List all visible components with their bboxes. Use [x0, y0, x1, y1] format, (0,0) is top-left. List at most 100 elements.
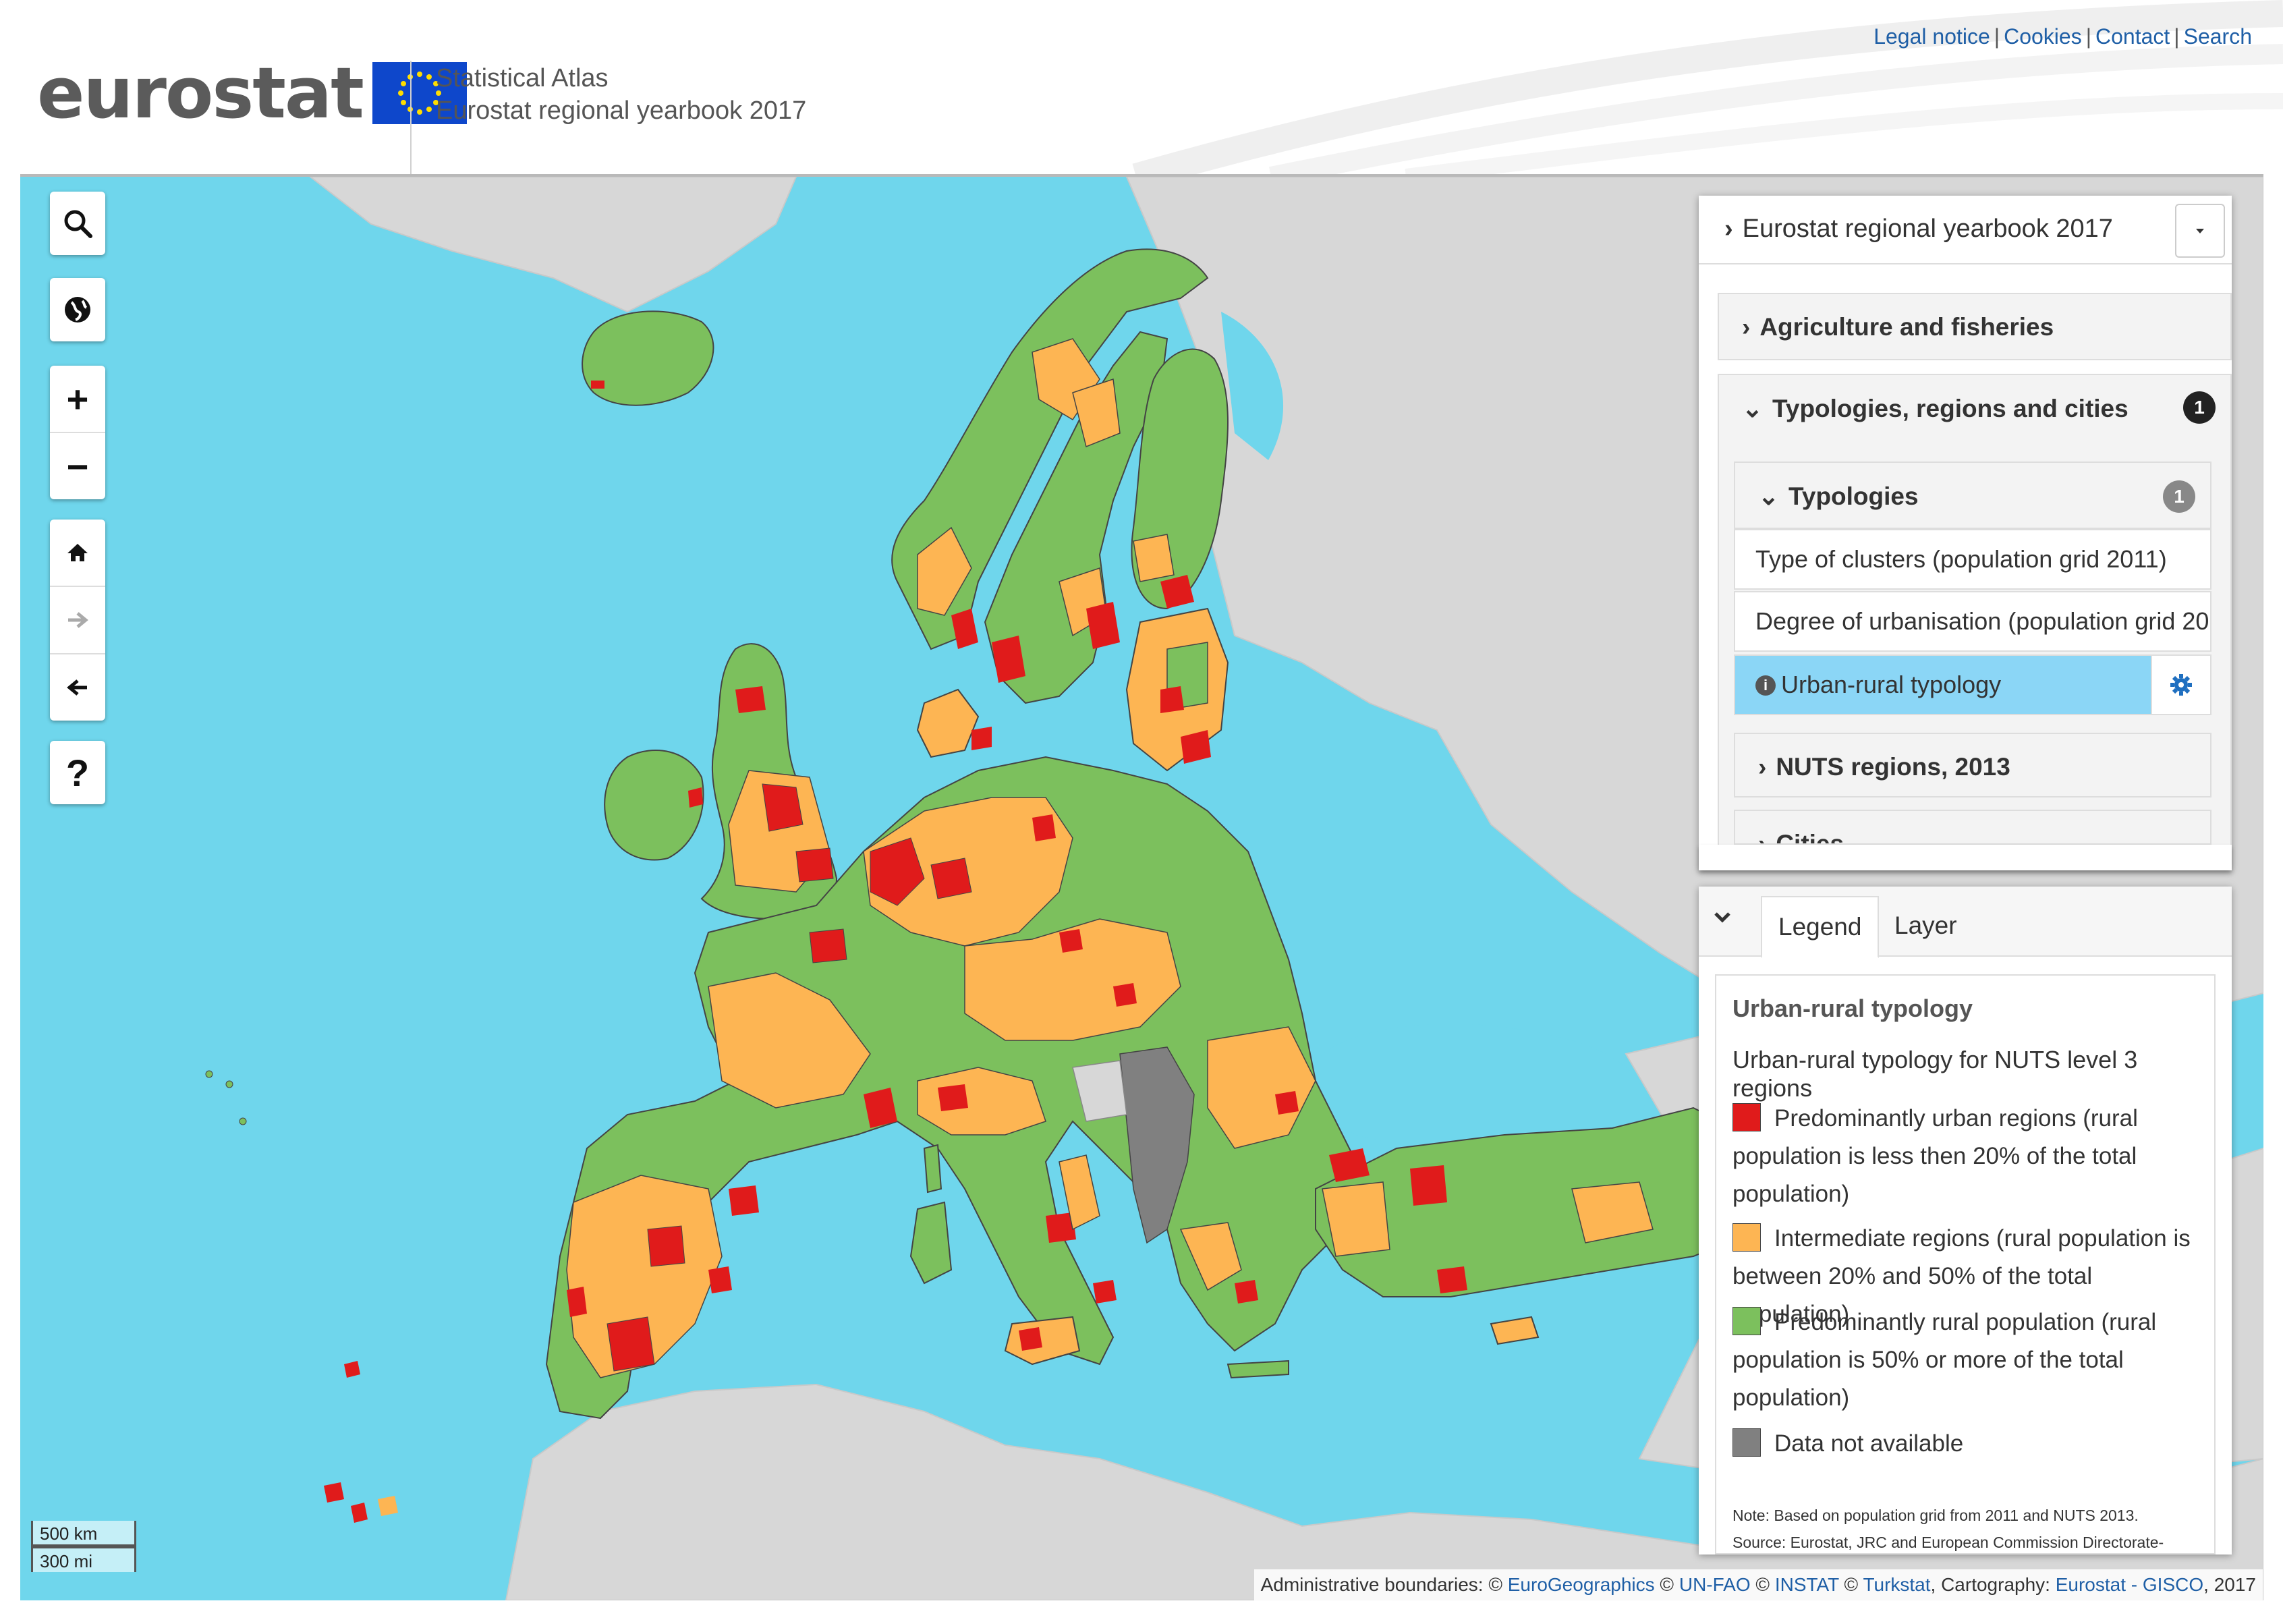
berlin-region: [1032, 814, 1056, 841]
eurostat-logo[interactable]: eurostat: [37, 52, 467, 134]
prague-region: [1059, 929, 1083, 953]
map-attribution: Administrative boundaries: © EuroGeograp…: [1253, 1569, 2263, 1600]
count-badge: 1: [2163, 480, 2195, 513]
lisbon-region: [567, 1287, 587, 1317]
greenland-land: [309, 177, 797, 313]
app-subtitle: Eurostat regional yearbook 2017: [436, 96, 807, 125]
turkey-south-urban: [1437, 1266, 1467, 1293]
section-label: Typologies, regions and cities: [1772, 395, 2129, 422]
home-button[interactable]: [50, 520, 105, 587]
vienna-region: [1113, 983, 1137, 1007]
contact-link[interactable]: Contact: [2095, 24, 2170, 49]
instat-link[interactable]: INSTAT: [1775, 1574, 1839, 1595]
scale-km: 500 km: [31, 1521, 136, 1546]
tab-layer[interactable]: Layer: [1878, 896, 1973, 955]
logo-text: eurostat: [37, 52, 364, 134]
arrow-left-icon: [67, 679, 87, 696]
layer-urban-rural-typology[interactable]: i Urban-rural typology: [1734, 654, 2211, 715]
canary-intermediate: [378, 1496, 398, 1516]
legend-tabs: Legend Layer: [1699, 887, 2232, 958]
info-icon[interactable]: i: [1755, 675, 1776, 696]
catalog-header[interactable]: › Eurostat regional yearbook 2017: [1699, 196, 2232, 264]
layer-degree-of-urbanisation[interactable]: Degree of urbanisation (population grid …: [1734, 591, 2211, 652]
search-tool-button[interactable]: [50, 192, 105, 255]
turkstat-link[interactable]: Turkstat: [1863, 1574, 1930, 1595]
zoom-controls: + −: [50, 366, 105, 499]
section-agriculture-fisheries[interactable]: › Agriculture and fisheries: [1718, 293, 2232, 360]
subsection-cities[interactable]: › Cities: [1734, 810, 2211, 845]
legend-swatch: [1732, 1428, 1761, 1457]
corsica-land: [923, 1144, 942, 1194]
england-urban-north: [762, 783, 804, 832]
canary-urban-1: [324, 1482, 344, 1503]
chevron-right-icon: ›: [1758, 753, 1767, 781]
forward-button[interactable]: [50, 587, 105, 654]
riga-region: [1160, 686, 1184, 713]
crete-land: [1227, 1360, 1289, 1379]
madrid-region: [647, 1225, 685, 1267]
legend-content: Urban-rural typology Urban-rural typolog…: [1715, 974, 2216, 1555]
unfao-link[interactable]: UN-FAO: [1679, 1574, 1751, 1595]
legend-swatch: [1732, 1223, 1761, 1252]
ankara-region: [1410, 1165, 1447, 1206]
layer-type-of-clusters[interactable]: Type of clusters (population grid 2011): [1734, 529, 2211, 590]
zoom-out-button[interactable]: −: [50, 433, 105, 499]
athens-region: [1235, 1280, 1258, 1304]
ireland-land: [604, 750, 704, 861]
subsection-nuts-regions[interactable]: › NUTS regions, 2013: [1734, 733, 2211, 797]
finland-south-intermediate: [1133, 534, 1175, 582]
eurogeographics-link[interactable]: EuroGeographics: [1508, 1574, 1655, 1595]
scotland-urban: [735, 686, 766, 713]
zoom-in-icon: +: [66, 377, 89, 420]
chevron-right-icon: ›: [1742, 313, 1751, 341]
app-title: Statistical Atlas: [436, 64, 609, 92]
dublin-region: [688, 787, 703, 808]
chevron-down-icon: ⌄: [1758, 482, 1780, 510]
scale-mi: 300 mi: [31, 1546, 136, 1572]
subsection-label: Cities: [1776, 830, 1844, 845]
legend-swatch: [1732, 1307, 1761, 1335]
zoom-in-button[interactable]: +: [50, 366, 105, 433]
legend-panel: Legend Layer Urban-rural typology Urban-…: [1699, 887, 2232, 1555]
collapse-legend-button[interactable]: [1712, 907, 1732, 930]
london-region: [795, 847, 834, 883]
bucharest-region: [1275, 1091, 1299, 1115]
legal-notice-link[interactable]: Legal notice: [1873, 24, 1990, 49]
subsection-label: Typologies: [1788, 482, 1919, 510]
iceland-capital-region: [591, 381, 604, 389]
oslo-region: [951, 609, 978, 649]
help-button[interactable]: ?: [50, 741, 105, 804]
basemap-tool-button[interactable]: [50, 278, 105, 341]
back-button[interactable]: [50, 654, 105, 721]
gisco-link[interactable]: Eurostat - GISCO: [2056, 1574, 2203, 1595]
app-header: eurostat Statistical Atlas Eurostat regi…: [0, 0, 2283, 177]
zoom-out-icon: −: [66, 445, 89, 488]
legend-item-no-data: Data not available: [1732, 1425, 2205, 1463]
section-typologies-regions-cities[interactable]: ⌄ Typologies, regions and cities 1: [1718, 374, 2232, 439]
catalog-panel-bottom: [1699, 845, 2232, 870]
legend-title: Urban-rural typology: [1732, 995, 1973, 1022]
sicily-land: [1004, 1316, 1081, 1366]
denmark-land: [916, 688, 980, 758]
tab-legend[interactable]: Legend: [1761, 896, 1880, 958]
chevron-right-icon: ›: [1758, 830, 1767, 845]
subsection-typologies[interactable]: ⌄ Typologies 1: [1734, 461, 2211, 529]
milan-region: [938, 1084, 968, 1111]
cookies-link[interactable]: Cookies: [2004, 24, 2082, 49]
chevron-right-icon: ›: [1724, 215, 1733, 243]
layer-label: Urban-rural typology: [1781, 671, 2002, 698]
top-links: Legal notice | Cookies | Contact | Search: [1873, 24, 2252, 49]
legend-note: Note: Based on population grid from 2011…: [1732, 1507, 2164, 1551]
ruhr-urban: [930, 858, 972, 899]
cyprus-land: [1490, 1316, 1540, 1345]
map-scale: 500 km 300 mi: [31, 1521, 136, 1572]
paris-region: [809, 928, 847, 963]
catalog-dropdown-button[interactable]: [2175, 204, 2225, 258]
madeira-urban: [344, 1361, 360, 1378]
header-divider: [410, 61, 412, 175]
globe-icon: [65, 297, 90, 323]
legend-swatch: [1732, 1103, 1761, 1131]
search-link[interactable]: Search: [2184, 24, 2252, 49]
chevron-down-icon: ⌄: [1742, 395, 1764, 422]
layer-settings-button[interactable]: [2151, 656, 2210, 714]
